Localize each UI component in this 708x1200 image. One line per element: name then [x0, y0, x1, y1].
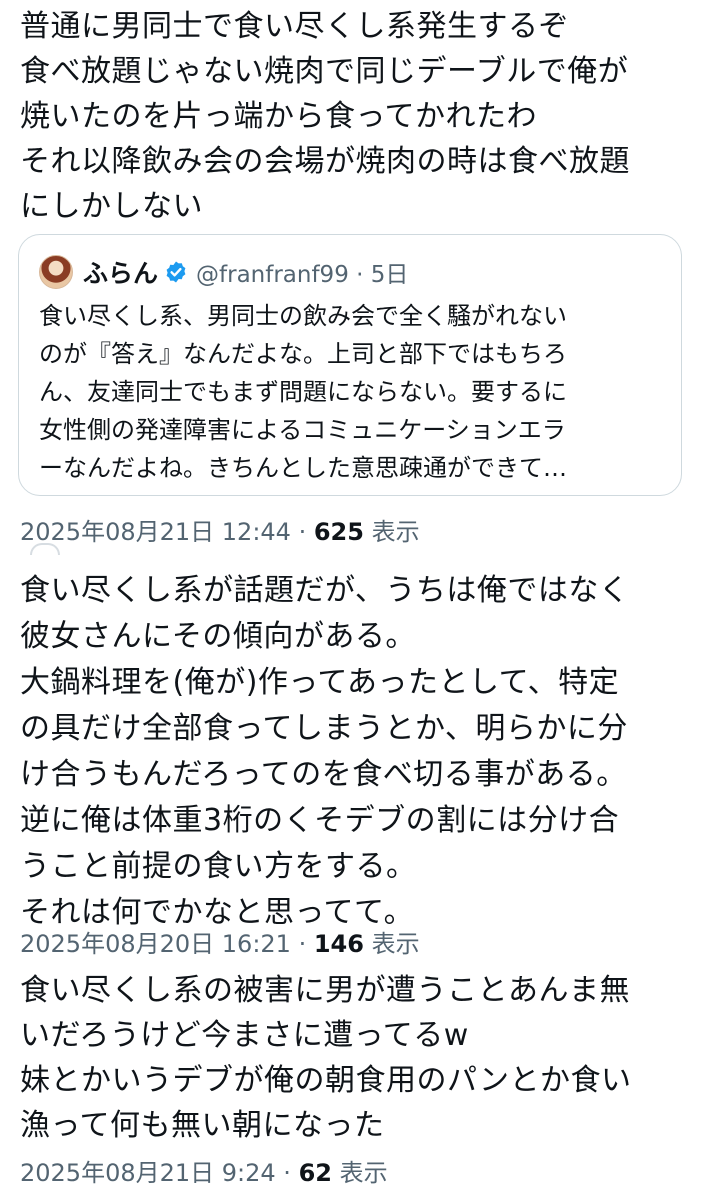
profile-avatar[interactable] — [39, 255, 73, 289]
tweet-1-meta: 2025年08月21日 12:44 · 625 表示 — [20, 512, 420, 547]
tweet-3-meta: 2025年08月21日 9:24 · 62 表示 — [20, 1153, 388, 1188]
tweet-2-text: 食い尽くし系が話題だが、うちは俺ではなく 彼女さんにその傾向がある。 大鍋料理を… — [20, 573, 630, 930]
tweet-3-view-count: 62 — [298, 1159, 332, 1187]
tweet-1-view-count: 625 — [313, 518, 364, 546]
tweet-2-views-label: 表示 — [363, 930, 420, 958]
quoted-tweet-header: ふらん @franfranf99 · 5日 — [39, 255, 408, 289]
quoted-tweet-text: 食い尽くし系、男同士の飲み会で全く騒がれない のが『答え』なんだよな。上司と部下… — [39, 302, 567, 482]
tweet-3-views-label: 表示 — [331, 1159, 388, 1187]
quoted-author-handle-time[interactable]: @franfranf99 · 5日 — [196, 255, 408, 289]
tweet-2-view-count: 146 — [313, 930, 364, 958]
thread-connector — [30, 543, 60, 555]
verified-badge-icon — [164, 260, 188, 284]
quoted-tweet-card[interactable]: ふらん @franfranf99 · 5日 食い尽くし系、男同士の飲み会で全く騒… — [18, 234, 682, 496]
tweet-1-views-label: 表示 — [363, 518, 420, 546]
tweet-1-text: 普通に男同士で食い尽くし系発生するぞ 食べ放題じゃない焼肉で同じデーブルで俺が … — [20, 9, 630, 224]
tweet-1-timestamp[interactable]: 2025年08月21日 12:44 · — [20, 518, 314, 546]
quoted-author-name[interactable]: ふらん — [83, 254, 158, 290]
tweet-3-timestamp[interactable]: 2025年08月21日 9:24 · — [20, 1159, 299, 1187]
tweet-2-timestamp[interactable]: 2025年08月20日 16:21 · — [20, 930, 314, 958]
tweet-3-text: 食い尽くし系の被害に男が遭うことあんま無 いだろうけど今まさに遭ってるw 妹とか… — [20, 973, 632, 1143]
tweet-2-meta: 2025年08月20日 16:21 · 146 表示 — [20, 924, 420, 959]
